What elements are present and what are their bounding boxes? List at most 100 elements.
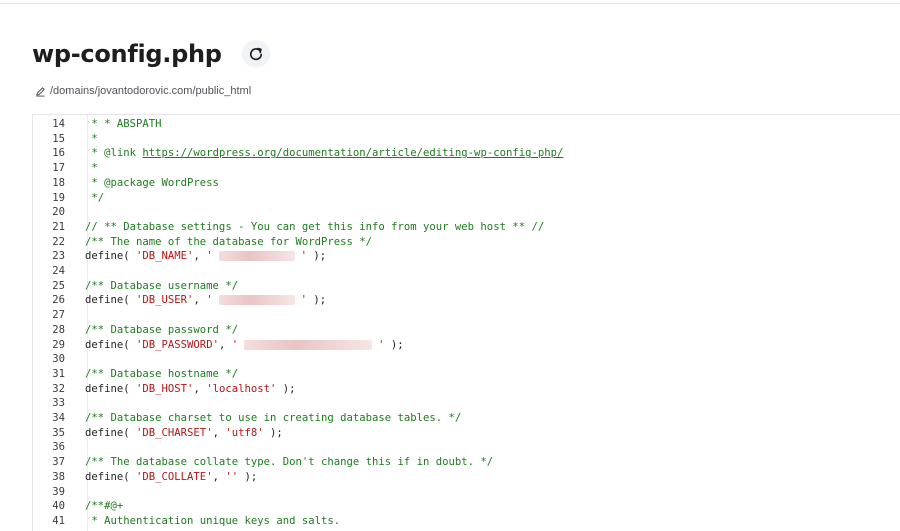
line-code: /** Database username */ (85, 279, 238, 294)
code-string-value: 'utf8' (225, 426, 264, 439)
line-number: 23 (52, 250, 65, 263)
line-code: * (85, 132, 98, 147)
line-number: 16 (52, 147, 65, 160)
refresh-button[interactable] (241, 40, 270, 68)
line-number: 39 (52, 485, 65, 498)
line-code: define( 'DB_HOST', 'localhost' ); (85, 382, 296, 397)
code-comment: /** Database hostname */ (85, 367, 239, 380)
code-line: 25 /** Database username */ (33, 279, 238, 294)
code-line: 37 /** The database collate type. Don't c… (33, 455, 493, 470)
line-code: /** The database collate type. Don't cha… (85, 455, 493, 470)
code-line: 22 /** The name of the database for WordP… (33, 235, 372, 250)
line-number: 28 (52, 323, 65, 336)
line-code: * * ABSPATH (85, 117, 162, 132)
code-line: 16 * @link https://wordpress.org/documen… (33, 146, 563, 161)
code-separator: , (193, 382, 207, 395)
code-terminator: ); (306, 250, 327, 263)
code-line: 34 /** Database charset to use in creatin… (33, 411, 461, 426)
code-terminator: ); (384, 338, 404, 351)
redacted-value (244, 339, 373, 350)
line-number: 27 (52, 309, 65, 322)
code-comment: // ** Database settings - You can get th… (85, 220, 545, 233)
line-number: 29 (52, 338, 65, 351)
code-string-key: 'DB_PASSWORD' (136, 338, 219, 351)
line-number: 31 (52, 367, 65, 380)
code-comment: /** Database charset to use in creating … (85, 412, 462, 424)
line-number: 30 (52, 353, 65, 366)
line-code: /** Database password */ (85, 323, 238, 338)
code-function: define( (85, 250, 137, 263)
line-code: define( 'DB_COLLATE', '' ); (85, 470, 257, 485)
line-code: * Authentication unique keys and salts. (85, 514, 340, 529)
code-link[interactable]: https://wordpress.org/documentation/arti… (142, 147, 563, 159)
code-line: 32 define( 'DB_HOST', 'localhost' ); (33, 382, 295, 397)
code-comment: * (85, 132, 98, 145)
line-number: 14 (52, 118, 65, 130)
line-number: 24 (52, 265, 65, 277)
line-number: 36 (52, 441, 65, 454)
redacted-value (218, 251, 295, 262)
code-line: 20 (33, 205, 65, 220)
line-code: /**#@+ (85, 499, 123, 514)
line-number: 40 (52, 500, 65, 513)
code-line: 36 (33, 440, 65, 455)
refresh-icon (249, 47, 262, 61)
line-number: 25 (52, 279, 65, 292)
line-number: 26 (52, 294, 65, 307)
line-code: * (85, 161, 97, 176)
line-code: /** The name of the database for WordPre… (85, 235, 372, 250)
line-number: 34 (52, 412, 65, 424)
code-line: 31 /** Database hostname */ (33, 367, 238, 382)
code-terminator: ); (263, 426, 283, 439)
code-line: 18 * @package WordPress (33, 176, 219, 191)
line-code: * @package WordPress (85, 176, 219, 191)
code-comment: * Authentication unique keys and salts. (85, 514, 341, 527)
code-string-value: 'localhost' (206, 382, 277, 395)
code-line: 19 */ (33, 191, 104, 206)
line-number: 20 (52, 206, 65, 219)
code-separator: , (218, 338, 232, 351)
line-code: /** Database charset to use in creating … (85, 411, 461, 426)
line-code: */ (85, 191, 104, 206)
code-string-quote: ' (206, 250, 213, 263)
line-number: 17 (52, 162, 65, 175)
line-number: 35 (52, 426, 65, 439)
code-comment: * @package WordPress (85, 176, 219, 189)
code-string-key: 'DB_COLLATE' (136, 470, 213, 483)
line-code: * @link https://wordpress.org/documentat… (85, 146, 563, 161)
code-line: 30 (33, 352, 65, 367)
line-number: 32 (52, 382, 65, 395)
line-number: 41 (52, 514, 65, 527)
code-comment: /**#@+ (85, 500, 124, 513)
code-separator: , (212, 426, 226, 439)
code-terminator: ); (238, 470, 258, 483)
code-line: 28 /** Database password */ (33, 323, 238, 338)
code-string-quote: ' (231, 338, 239, 351)
code-separator: , (212, 470, 226, 483)
code-comment: * * ABSPATH (85, 118, 162, 130)
code-separator: , (193, 294, 207, 307)
line-code: define( 'DB_NAME', ' ' ); (85, 249, 326, 264)
code-line: 15 * (33, 132, 98, 147)
line-number: 18 (52, 176, 65, 189)
code-string-key: 'DB_CHARSET' (136, 426, 213, 439)
code-line: 27 (33, 308, 65, 323)
file-header: wp-config.php (32, 40, 270, 68)
page-title: wp-config.php (32, 40, 222, 68)
code-comment: /** Database password */ (85, 323, 239, 336)
code-line: 24 (33, 264, 65, 279)
code-string-key: 'DB_USER' (136, 294, 194, 307)
code-line: 38 define( 'DB_COLLATE', '' ); (33, 470, 257, 485)
top-bar (0, 0, 900, 4)
redacted-value (218, 295, 295, 306)
code-line: 29 define( 'DB_PASSWORD', ' ' ); (33, 338, 403, 353)
code-separator: , (193, 250, 207, 263)
code-editor[interactable]: 14 * * ABSPATH 15 * 16 * @link https://wor… (32, 114, 900, 531)
file-path: /domains/jovantodorovic.com/public_html (35, 85, 251, 97)
code-line: 39 (33, 485, 65, 500)
code-line: 14 * * ABSPATH (33, 117, 161, 132)
code-line: 17 * (33, 161, 98, 176)
file-path-text: /domains/jovantodorovic.com/public_html (50, 85, 252, 97)
code-string-value: '' (225, 470, 239, 483)
line-number: 21 (52, 220, 65, 233)
